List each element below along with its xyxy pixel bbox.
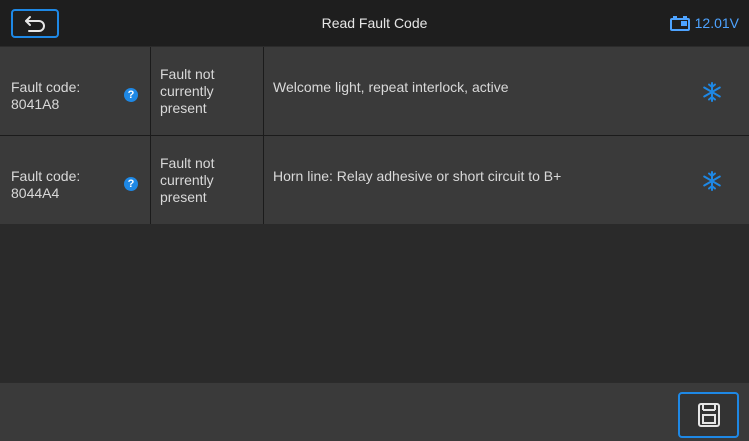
back-button[interactable] [11, 9, 59, 38]
bottom-bar [0, 383, 749, 441]
snowflake-icon[interactable] [701, 170, 723, 192]
fault-code: Fault code: 8044A4 [11, 168, 81, 201]
top-bar: Read Fault Code 12.01V [0, 0, 749, 46]
back-arrow-icon [25, 15, 45, 32]
car-battery-icon [669, 16, 690, 31]
fault-status-cell: Fault not currently present [151, 136, 264, 224]
fault-description: Horn line: Relay adhesive or short circu… [273, 168, 562, 184]
battery-voltage: 12.01V [694, 15, 739, 31]
question-mark-icon[interactable]: ? [124, 88, 138, 102]
fault-row[interactable]: Fault code: 8044A4 ? Fault not currently… [0, 136, 749, 225]
page-title: Read Fault Code [321, 15, 428, 31]
fault-row[interactable]: Fault code: 8041A8 ? Fault not currently… [0, 47, 749, 136]
fault-list: Fault code: 8041A8 ? Fault not currently… [0, 47, 749, 225]
fault-code-cell: Fault code: 8044A4 ? [0, 136, 151, 224]
fault-description: Welcome light, repeat interlock, active [273, 79, 509, 95]
floppy-disk-icon [697, 403, 720, 427]
battery-status: 12.01V [669, 0, 739, 46]
empty-list-area [0, 224, 749, 382]
fault-status: Fault not currently present [160, 155, 215, 205]
fault-code: Fault code: 8041A8 [11, 79, 81, 112]
question-mark-icon[interactable]: ? [124, 177, 138, 191]
snowflake-icon[interactable] [701, 81, 723, 103]
fault-status: Fault not currently present [160, 66, 215, 116]
fault-status-cell: Fault not currently present [151, 47, 264, 135]
save-button[interactable] [678, 392, 739, 438]
fault-code-cell: Fault code: 8041A8 ? [0, 47, 151, 135]
fault-description-cell: Horn line: Relay adhesive or short circu… [264, 136, 749, 224]
fault-description-cell: Welcome light, repeat interlock, active [264, 47, 749, 135]
